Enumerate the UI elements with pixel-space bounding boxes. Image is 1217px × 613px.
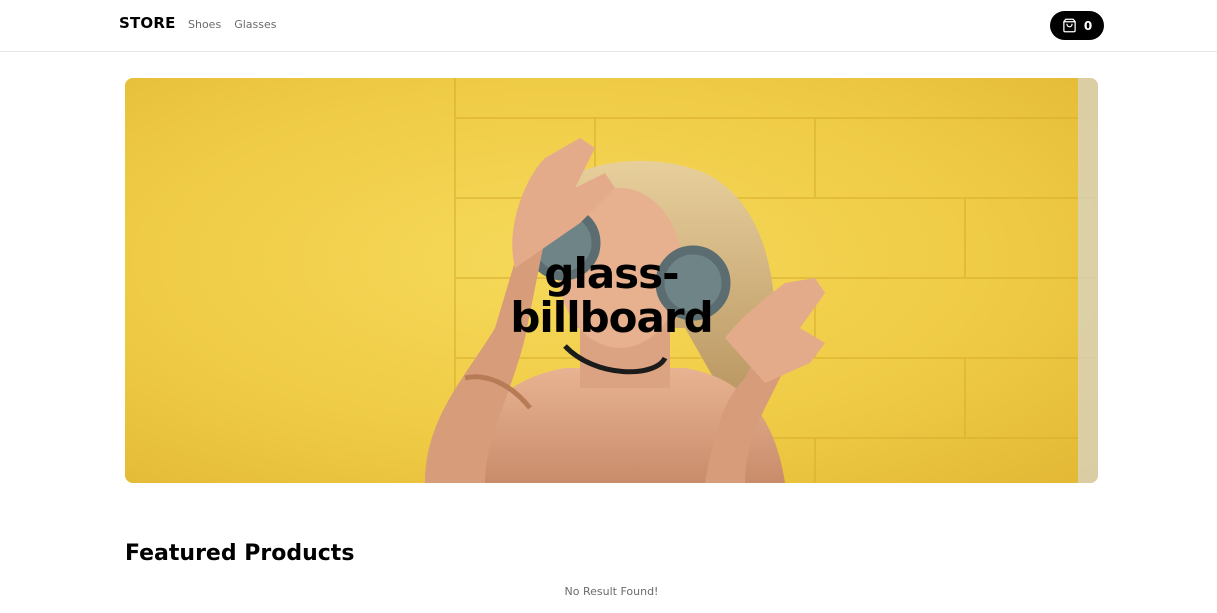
billboard-label-wrapper: glass-billboard xyxy=(125,78,1098,483)
billboard-label: glass-billboard xyxy=(510,248,713,342)
main-nav: Shoes Glasses xyxy=(188,18,276,31)
no-result-message: No Result Found! xyxy=(564,585,659,598)
nav-link-glasses[interactable]: Glasses xyxy=(234,18,276,31)
cart-button[interactable]: 0 xyxy=(1050,11,1104,40)
billboard: glass-billboard xyxy=(125,78,1098,483)
nav-link-shoes[interactable]: Shoes xyxy=(188,18,221,31)
site-header: STORE Shoes Glasses 0 xyxy=(0,0,1217,52)
shopping-bag-icon xyxy=(1062,18,1077,33)
cart-count: 0 xyxy=(1083,18,1093,33)
store-logo-link[interactable]: STORE xyxy=(119,14,176,32)
featured-products-heading: Featured Products xyxy=(125,541,355,566)
